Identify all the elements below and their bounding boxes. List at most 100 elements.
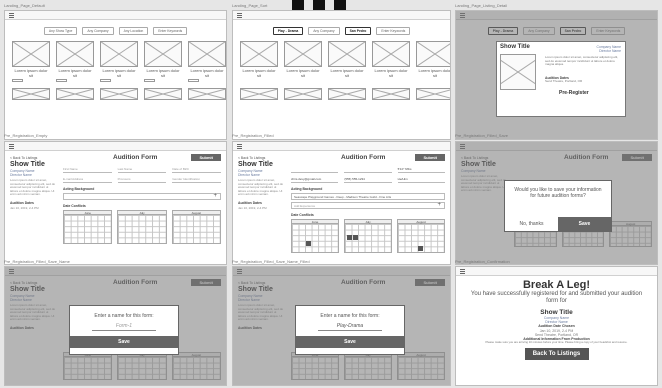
filter-location[interactable]: San Pedro [344,27,372,35]
filter-location[interactable]: Any Location [118,27,149,35]
pre-register-button[interactable]: Pre-Register [559,90,589,96]
dob-field[interactable]: Date of Birth [172,166,221,173]
listing-card[interactable]: Lorem ipsum dolor sit [328,41,366,83]
listing-card[interactable]: Lorem ipsum dolor sit [144,41,182,83]
last-name-field[interactable]: Last Name [117,166,167,173]
first-name-field[interactable]: First Name [63,166,112,173]
phone-field[interactable]: (555) 555-1234 [344,176,392,183]
save-name-filled-frame: < Back To Listings Show Title Company Na… [232,266,451,386]
calendar-july[interactable]: July [344,219,392,253]
pronouns-field[interactable]: Pronouns [117,176,167,183]
name-prompt: Enter a name for this form: [94,313,154,319]
listing-detail-frame: Play - Drama Any Company San Pedro Enter… [455,10,658,140]
top-bar [233,142,450,151]
card-button[interactable] [12,79,23,82]
menu-icon[interactable] [9,13,14,18]
form-name-input[interactable]: Play-Drama [317,323,383,331]
save-button[interactable]: Save [296,336,404,348]
director-name: Director Name [10,173,32,177]
image-placeholder [12,41,50,67]
listing-card[interactable] [144,88,182,100]
save-info-modal: Would you like to save your information … [504,180,612,232]
image-placeholder [56,41,94,67]
first-name-field[interactable] [291,166,339,173]
listing-card[interactable]: Lorem ipsum dolor sit [12,41,50,83]
listing-card[interactable]: Lorem ipsum dolor sit [416,41,450,83]
calendar-june[interactable]: June [291,219,339,253]
calendar-june[interactable]: June [63,210,113,244]
form-name-input[interactable]: Form-1 [91,323,157,331]
card-button[interactable] [100,79,111,82]
listing-card[interactable] [56,88,94,100]
gender-field[interactable]: Gender Identification [172,176,221,183]
pronouns-field[interactable]: He/Him [397,176,445,183]
height-field[interactable]: 5'10" ft/lbs [397,166,445,173]
listing-card[interactable] [12,88,50,100]
last-name-field[interactable] [344,166,392,173]
card-button[interactable] [188,79,199,82]
landing-default-frame: Any Show Type Any Company Any Location E… [4,10,227,140]
add-experience-field[interactable]: Add Experience + [291,202,445,209]
name-form-modal: Enter a name for this form: Play-Drama S… [295,305,405,355]
listing-card[interactable] [328,88,366,100]
audition-form: Audition Form Submit 5'10" ft/lbs chris.d… [291,154,445,253]
frame-label: Pre_Registration_Empty [4,133,48,138]
calendar-august[interactable]: August [397,219,445,253]
email-field[interactable]: E-mail Address [63,176,112,183]
plus-icon[interactable]: + [213,193,217,199]
filter-keywords[interactable]: Enter Keywords [376,27,411,35]
filter-show-type[interactable]: Any Show Type [43,27,78,35]
date-conflicts-label: Date Conflicts [291,213,314,217]
menu-icon[interactable] [9,144,14,149]
card-button[interactable] [144,79,155,82]
listing-card[interactable]: Lorem ipsum dolor sit [56,41,94,83]
image-placeholder [372,41,410,67]
confirmation-info: Please make sure you are arriving 10 min… [485,340,628,345]
frame-label: Pre_Registration_Filled_Save_Name [4,259,70,264]
filter-keywords[interactable]: Enter Keywords [153,27,188,35]
listing-card[interactable] [372,88,410,100]
save-button[interactable]: Save [558,217,611,231]
image-placeholder [416,41,450,67]
filter-show-type[interactable]: Play - Drama [272,27,304,35]
landing-sort-frame: Play - Drama Any Company San Pedro Enter… [232,10,451,140]
listing-card[interactable]: Lorem ipsum dolor sit [188,41,226,83]
menu-icon[interactable] [237,144,242,149]
calendar-july[interactable]: July [117,210,167,244]
back-to-listings-button[interactable]: Back To Listings [524,348,589,361]
director-name: Director Name [238,173,260,177]
audition-dates-label: Audition Dates [238,200,262,205]
listing-card[interactable] [100,88,138,100]
audition-form: Audition Form Submit First Name Last Name… [63,154,221,244]
listing-card[interactable] [188,88,226,100]
card-button[interactable] [56,79,67,82]
acting-background-field[interactable]: Seascape Playground Games - Deep - Madis… [291,193,445,200]
show-sidebar: < Back To Listings Show Title Company Na… [10,156,56,211]
plus-icon[interactable]: + [437,202,441,208]
filter-company[interactable]: Any Company [82,27,114,35]
image-placeholder [240,41,278,67]
email-field[interactable]: chris.devy@gmail.com [291,176,339,183]
acting-background-label: Acting Background [63,187,95,191]
listing-card[interactable]: Lorem ipsum dolor sit [100,41,138,83]
audition-dates: Jan 10, 2019, 2-4 PM [238,205,267,210]
calendar-august[interactable]: August [171,210,221,244]
listing-card[interactable]: Lorem ipsum dolor sit [284,41,322,83]
menu-icon[interactable] [460,269,465,274]
filter-company[interactable]: Any Company [308,27,340,35]
listing-card[interactable] [416,88,450,100]
image-placeholder [100,41,138,67]
listing-card[interactable] [284,88,322,100]
listing-card[interactable]: Lorem ipsum dolor sit [372,41,410,83]
acting-background-field[interactable]: + [63,193,221,200]
detail-address: Send Theatre, Portland, OR [545,79,583,83]
save-button[interactable]: Save [70,336,178,348]
listing-card[interactable] [240,88,278,100]
no-thanks-button[interactable]: No, thanks [505,217,558,231]
show-description: Lorem ipsum dolor sit amet, consectetur … [238,178,284,197]
menu-icon[interactable] [237,13,242,18]
submit-button[interactable]: Submit [191,154,221,161]
listing-card[interactable]: Lorem ipsum dolor sit [240,41,278,83]
submit-button[interactable]: Submit [415,154,445,161]
pre-registration-filled-frame: < Back To Listings Show Title Company Na… [232,141,451,265]
